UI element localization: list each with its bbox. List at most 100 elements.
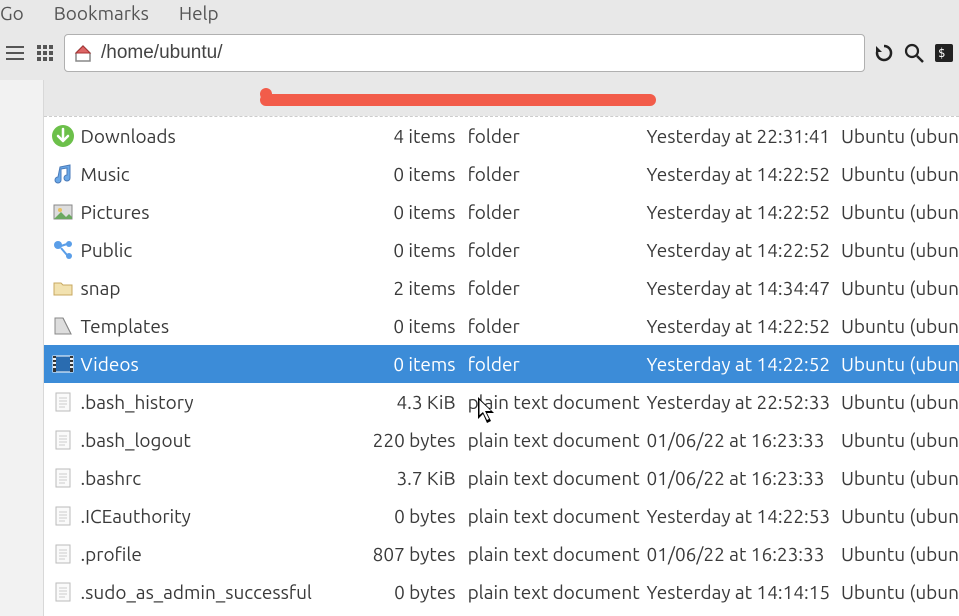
file-type: plain text document xyxy=(460,543,647,565)
file-name: Downloads xyxy=(78,125,320,147)
file-size: 0 bytes xyxy=(320,581,459,603)
file-modified: Yesterday at 14:22:52 xyxy=(647,315,837,337)
file-size: 4.3 KiB xyxy=(320,391,459,413)
text-icon xyxy=(48,542,78,566)
file-modified: 01/06/22 at 16:23:33 xyxy=(647,543,837,565)
file-size: 4 items xyxy=(320,125,459,147)
side-panel xyxy=(0,80,44,616)
file-owner: Ubuntu (ubun xyxy=(837,467,959,489)
menubar: Go Bookmarks Help xyxy=(0,0,959,26)
file-size: 0 items xyxy=(320,353,459,375)
file-size: 0 bytes xyxy=(320,505,459,527)
file-type: folder xyxy=(460,353,647,375)
file-row[interactable]: Public0 itemsfolderYesterday at 14:22:52… xyxy=(44,231,959,269)
file-size: 0 items xyxy=(320,201,459,223)
file-name: .bash_logout xyxy=(78,429,320,451)
file-type: folder xyxy=(460,239,647,261)
text-icon xyxy=(48,428,78,452)
file-row[interactable]: .profile807 bytesplain text document01/0… xyxy=(44,535,959,573)
file-modified: Yesterday at 14:22:52 xyxy=(647,353,837,375)
file-modified: Yesterday at 14:14:15 xyxy=(647,581,837,603)
file-name: .bashrc xyxy=(78,467,320,489)
file-modified: Yesterday at 14:34:47 xyxy=(647,277,837,299)
file-row[interactable]: Videos0 itemsfolderYesterday at 14:22:52… xyxy=(44,345,959,383)
file-size: 807 bytes xyxy=(320,543,459,565)
file-name: snap xyxy=(78,277,320,299)
text-icon xyxy=(48,504,78,528)
reload-icon[interactable] xyxy=(873,42,895,64)
file-owner: Ubuntu (ubun xyxy=(837,353,959,375)
address-input[interactable] xyxy=(101,42,856,64)
file-name: Templates xyxy=(78,315,320,337)
folder-icon xyxy=(48,276,78,300)
menu-help[interactable]: Help xyxy=(179,2,219,24)
file-name: .ICEauthority xyxy=(78,505,320,527)
pictures-icon xyxy=(48,200,78,224)
file-modified: Yesterday at 22:52:33 xyxy=(647,391,837,413)
file-owner: Ubuntu (ubun xyxy=(837,239,959,261)
file-modified: Yesterday at 14:22:52 xyxy=(647,239,837,261)
file-name: Videos xyxy=(78,353,320,375)
videos-icon xyxy=(48,352,78,376)
file-modified: Yesterday at 14:22:52 xyxy=(647,201,837,223)
download-icon xyxy=(48,124,78,148)
file-row[interactable]: Templates0 itemsfolderYesterday at 14:22… xyxy=(44,307,959,345)
file-row[interactable]: Music0 itemsfolderYesterday at 14:22:52U… xyxy=(44,155,959,193)
file-list: Downloads4 itemsfolderYesterday at 22:31… xyxy=(44,116,959,616)
file-size: 2 items xyxy=(320,277,459,299)
file-type: plain text document xyxy=(460,391,647,413)
file-name: .bash_history xyxy=(78,391,320,413)
file-row[interactable]: Downloads4 itemsfolderYesterday at 22:31… xyxy=(44,117,959,155)
file-type: folder xyxy=(460,125,647,147)
file-type: folder xyxy=(460,277,647,299)
file-name: Pictures xyxy=(78,201,320,223)
menu-go[interactable]: Go xyxy=(0,2,24,24)
file-type: plain text document xyxy=(460,505,647,527)
file-size: 0 items xyxy=(320,315,459,337)
file-type: folder xyxy=(460,163,647,185)
file-type: plain text document xyxy=(460,467,647,489)
file-size: 220 bytes xyxy=(320,429,459,451)
file-name: Public xyxy=(78,239,320,261)
file-owner: Ubuntu (ubun xyxy=(837,391,959,413)
file-size: 0 items xyxy=(320,239,459,261)
file-modified: 01/06/22 at 16:23:33 xyxy=(647,467,837,489)
file-row[interactable]: .bash_history4.3 KiBplain text documentY… xyxy=(44,383,959,421)
file-name: .sudo_as_admin_successful xyxy=(78,581,320,603)
file-type: folder xyxy=(460,315,647,337)
file-size: 3.7 KiB xyxy=(320,467,459,489)
file-owner: Ubuntu (ubun xyxy=(837,315,959,337)
menu-icon[interactable] xyxy=(4,42,26,64)
search-icon[interactable] xyxy=(903,42,925,64)
file-row[interactable]: .sudo_as_admin_successful0 bytesplain te… xyxy=(44,573,959,611)
file-size: 0 items xyxy=(320,163,459,185)
file-owner: Ubuntu (ubun xyxy=(837,543,959,565)
menu-bookmarks[interactable]: Bookmarks xyxy=(54,2,149,24)
home-icon xyxy=(73,43,93,63)
address-bar[interactable] xyxy=(64,34,865,72)
file-name: Music xyxy=(78,163,320,185)
file-row[interactable]: .bashrc3.7 KiBplain text document01/06/2… xyxy=(44,459,959,497)
file-row[interactable]: .ICEauthority0 bytesplain text documentY… xyxy=(44,497,959,535)
templates-icon xyxy=(48,314,78,338)
file-owner: Ubuntu (ubun xyxy=(837,429,959,451)
file-type: plain text document xyxy=(460,581,647,603)
file-row[interactable]: snap2 itemsfolderYesterday at 14:34:47Ub… xyxy=(44,269,959,307)
grid-view-icon[interactable] xyxy=(34,42,56,64)
terminal-icon[interactable]: $ xyxy=(933,42,955,64)
file-owner: Ubuntu (ubun xyxy=(837,201,959,223)
file-owner: Ubuntu (ubun xyxy=(837,163,959,185)
file-modified: Yesterday at 14:22:52 xyxy=(647,163,837,185)
music-icon xyxy=(48,162,78,186)
text-icon xyxy=(48,390,78,414)
file-row[interactable]: .bash_logout220 bytesplain text document… xyxy=(44,421,959,459)
text-icon xyxy=(48,466,78,490)
file-row[interactable]: Pictures0 itemsfolderYesterday at 14:22:… xyxy=(44,193,959,231)
file-modified: 01/06/22 at 16:23:33 xyxy=(647,429,837,451)
toolbar: $ xyxy=(0,26,959,80)
file-type: plain text document xyxy=(460,429,647,451)
file-modified: Yesterday at 22:31:41 xyxy=(647,125,837,147)
annotation-mark xyxy=(260,94,656,106)
text-icon xyxy=(48,580,78,604)
file-owner: Ubuntu (ubun xyxy=(837,277,959,299)
